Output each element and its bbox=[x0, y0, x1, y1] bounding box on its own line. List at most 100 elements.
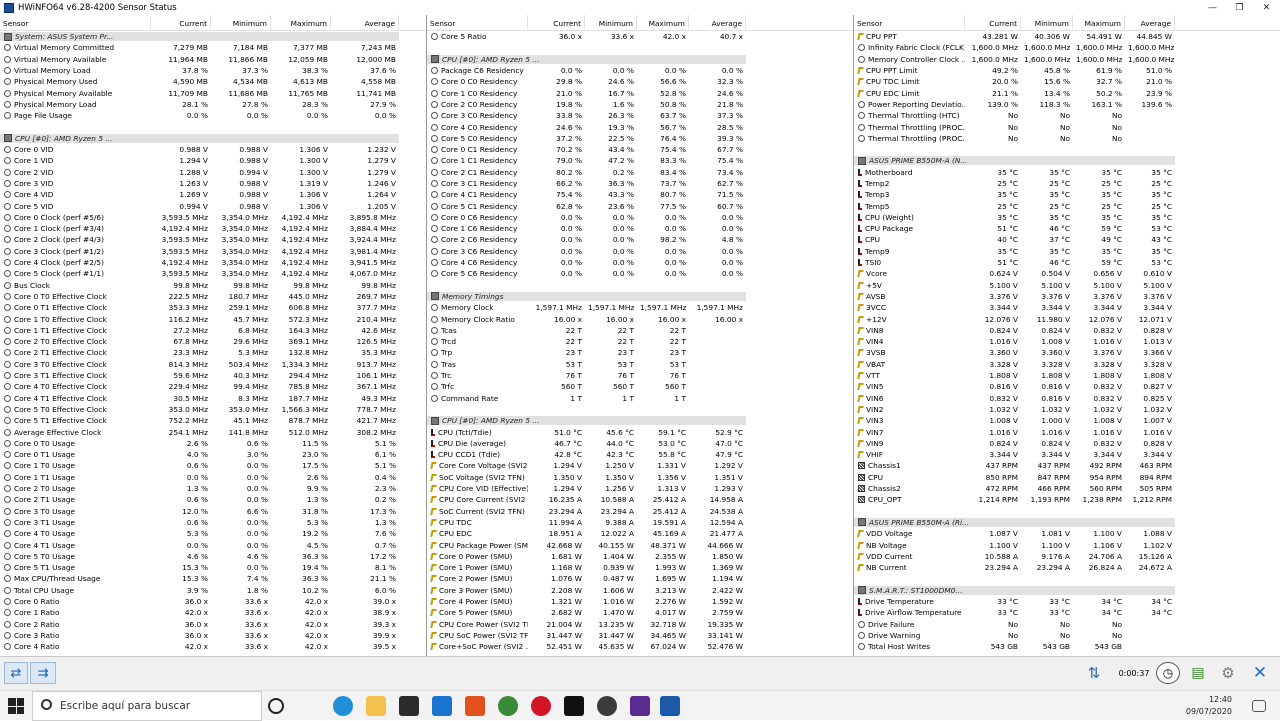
sensor-row[interactable]: Core 1 Clock (perf #3/4) 4,192.4 MHz 3,354… bbox=[0, 223, 426, 234]
sensor-row[interactable]: Core 0 T0 Usage 2.6 % 0.6 % 11.5 % 5.1 % bbox=[0, 438, 426, 449]
sensor-row[interactable]: Core 0 C1 Residency 70.2 % 43.4 % 75.4 % 67.… bbox=[427, 144, 853, 155]
sensor-row[interactable]: CPU Die (average) 46.7 °C 44.0 °C 53.0 °C 47… bbox=[427, 438, 853, 449]
sensor-row[interactable]: VBAT 3.328 V 3.328 V 3.328 V 3.328 V bbox=[854, 359, 1280, 370]
sensor-row[interactable]: CPU Core Power (SVI2 TFN) 21.004 W 13.235 … bbox=[427, 618, 853, 629]
column-header-sensor[interactable]: Sensor bbox=[427, 15, 528, 31]
sensor-row[interactable]: VIN6 0.832 V 0.816 V 0.832 V 0.825 V bbox=[854, 393, 1280, 404]
sensor-row[interactable]: Core 1 Power (SMU) 1.168 W 0.939 W 1.993 W 1… bbox=[427, 562, 853, 573]
sensor-row[interactable]: Trcd 22 T 22 T 22 T bbox=[427, 336, 853, 347]
sensor-panel-2[interactable]: Sensor Current Minimum Maximum Average Core 5… bbox=[427, 15, 854, 656]
sensor-row[interactable]: Core 0 C6 Residency 0.0 % 0.0 % 0.0 % 0.0 % bbox=[427, 212, 853, 223]
sensor-row[interactable]: Thermal Throttling (PROC... No No No bbox=[854, 133, 1280, 144]
sensor-row[interactable]: Core 0 T0 Effective Clock 222.5 MHz 180.7 … bbox=[0, 291, 426, 302]
settings-icon[interactable]: ⚙ bbox=[1216, 662, 1240, 684]
sensor-group-row[interactable]: CPU [#0]: AMD Ryzen 5 ... bbox=[427, 54, 853, 65]
sensor-row[interactable]: Core 2 T1 Usage 0.6 % 0.0 % 1.3 % 0.2 % bbox=[0, 494, 426, 505]
sensor-group-row[interactable]: S.M.A.R.T.: ST1000DM0... bbox=[854, 585, 1280, 596]
sensor-row[interactable]: Core 5 C6 Residency 0.0 % 0.0 % 0.0 % 0.0 % bbox=[427, 268, 853, 279]
sensor-row[interactable]: Core 3 Ratio 36.0 x 33.6 x 42.0 x 39.9 x bbox=[0, 630, 426, 641]
sensor-row[interactable]: Core 1 T1 Effective Clock 27.2 MHz 6.8 MHz… bbox=[0, 325, 426, 336]
sensor-row[interactable]: Core 3 T1 Effective Clock 59.6 MHz 40.3 MH… bbox=[0, 370, 426, 381]
sensor-row[interactable]: Temp3 35 °C 35 °C 35 °C 35 °C bbox=[854, 189, 1280, 200]
clock-icon[interactable]: ◷ bbox=[1156, 662, 1180, 684]
sensor-row[interactable]: Tras 53 T 53 T 53 T bbox=[427, 359, 853, 370]
file-explorer-icon[interactable] bbox=[366, 696, 386, 716]
log-file-icon[interactable]: ▤ bbox=[1186, 662, 1210, 684]
sensor-row[interactable]: Temp5 25 °C 25 °C 25 °C 25 °C bbox=[854, 200, 1280, 211]
sensor-row[interactable]: CPU PPT 43.281 W 40.306 W 54.491 W 44.845 W bbox=[854, 31, 1280, 42]
sensor-row[interactable]: Temp9 35 °C 35 °C 35 °C 35 °C bbox=[854, 246, 1280, 257]
sensor-group-row[interactable]: Memory Timings bbox=[427, 291, 853, 302]
sensor-row[interactable]: Thermal Throttling (PROC... No No No bbox=[854, 121, 1280, 132]
column-header-sensor[interactable]: Sensor bbox=[854, 15, 965, 31]
sensor-row[interactable]: CPU Package 51 °C 46 °C 59 °C 53 °C bbox=[854, 223, 1280, 234]
sensor-row[interactable]: Vcore 0.624 V 0.504 V 0.656 V 0.610 V bbox=[854, 268, 1280, 279]
sensor-row[interactable]: Core 4 T1 Effective Clock 30.5 MHz 8.3 MHz… bbox=[0, 393, 426, 404]
gpu-tool-icon[interactable] bbox=[597, 696, 617, 716]
sensor-row[interactable]: CPU TDC 11.994 A 9.388 A 19.591 A 12.594 A bbox=[427, 517, 853, 528]
sensor-row[interactable]: Core 5 C0 Residency 37.2 % 22.5 % 76.4 % 39.… bbox=[427, 133, 853, 144]
sensor-row[interactable]: SoC Current (SVI2 TFN) 23.294 A 23.294 A 25… bbox=[427, 505, 853, 516]
sensor-row[interactable]: VIN8 0.824 V 0.824 V 0.832 V 0.828 V bbox=[854, 325, 1280, 336]
sensor-group-row[interactable]: ASUS PRIME B550M-A (N... bbox=[854, 155, 1280, 166]
sensor-row[interactable]: Average Effective Clock 254.1 MHz 141.8 MH… bbox=[0, 426, 426, 437]
opera-icon[interactable] bbox=[531, 696, 551, 716]
sensor-row[interactable]: VDD Voltage 1.087 V 1.081 V 1.100 V 1.088 V bbox=[854, 528, 1280, 539]
sensor-row[interactable]: VTT 1.808 V 1.808 V 1.808 V 1.808 V bbox=[854, 370, 1280, 381]
sensor-row[interactable]: CPU 40 °C 37 °C 49 °C 43 °C bbox=[854, 234, 1280, 245]
sensor-row[interactable]: Memory Controller Clock ... 1,600.0 MHz 1,… bbox=[854, 54, 1280, 65]
sensor-row[interactable]: VIN2 1.032 V 1.032 V 1.032 V 1.032 V bbox=[854, 404, 1280, 415]
sensor-row[interactable]: Core 0 Power (SMU) 1.681 W 1.404 W 2.355 W 1… bbox=[427, 551, 853, 562]
sensor-row[interactable]: CPU TDC Limit 20.0 % 15.6 % 32.7 % 21.0 % bbox=[854, 76, 1280, 87]
sensor-row[interactable]: Core 4 C6 Residency 0.0 % 0.0 % 0.0 % 0.0 % bbox=[427, 257, 853, 268]
sensor-row[interactable]: Core 4 C1 Residency 75.4 % 43.3 % 80.7 % 71.… bbox=[427, 189, 853, 200]
sensor-row[interactable]: Core 1 VID 1.294 V 0.988 V 1.300 V 1.279 V bbox=[0, 155, 426, 166]
sensor-row[interactable]: Trc 76 T 76 T 76 T bbox=[427, 370, 853, 381]
sensor-row[interactable]: CPU Package Power (SMU) 42.668 W 40.155 W 4… bbox=[427, 539, 853, 550]
sensor-row[interactable]: SoC Voltage (SVI2 TFN) 1.350 V 1.350 V 1.35… bbox=[427, 472, 853, 483]
column-header-average[interactable]: Average bbox=[1125, 15, 1175, 31]
sensor-row[interactable]: Core 3 Power (SMU) 2.208 W 1.606 W 3.213 W 2… bbox=[427, 585, 853, 596]
column-header-maximum[interactable]: Maximum bbox=[271, 15, 331, 31]
store-icon[interactable] bbox=[399, 696, 419, 716]
sensor-group-row[interactable]: CPU [#0]: AMD Ryzen 5 ... bbox=[0, 133, 426, 144]
sensor-row[interactable]: Core 1 T0 Usage 0.6 % 0.0 % 17.5 % 5.1 % bbox=[0, 460, 426, 471]
xbox-icon[interactable] bbox=[498, 696, 518, 716]
sensor-row[interactable]: CPU EDC Limit 21.1 % 13.4 % 50.2 % 23.9 % bbox=[854, 87, 1280, 98]
sensor-row[interactable]: TSI0 51 °C 46 °C 59 °C 53 °C bbox=[854, 257, 1280, 268]
column-header-minimum[interactable]: Minimum bbox=[211, 15, 271, 31]
ryzen-master-icon[interactable] bbox=[564, 696, 584, 716]
edge-icon[interactable] bbox=[333, 696, 353, 716]
sensor-row[interactable]: Command Rate 1 T 1 T 1 T bbox=[427, 393, 853, 404]
sensor-row[interactable]: Core 4 T0 Effective Clock 229.4 MHz 99.4 M… bbox=[0, 381, 426, 392]
sensor-row[interactable]: Thermal Throttling (HTC) No No No bbox=[854, 110, 1280, 121]
sensor-row[interactable]: Virtual Memory Load 37.8 % 37.3 % 38.3 % 37.… bbox=[0, 65, 426, 76]
sensor-row[interactable]: Core 3 C0 Residency 33.8 % 26.3 % 63.7 % 37.… bbox=[427, 110, 853, 121]
column-header-current[interactable]: Current bbox=[528, 15, 585, 31]
sensor-row[interactable]: +12V 12.076 V 11.980 V 12.076 V 12.071 V bbox=[854, 313, 1280, 324]
sensor-row[interactable]: Core 1 T0 Effective Clock 116.2 MHz 45.7 M… bbox=[0, 313, 426, 324]
sensor-row[interactable]: Core 2 C1 Residency 80.2 % 0.2 % 83.4 % 73.4… bbox=[427, 167, 853, 178]
sensor-row[interactable]: CPU Core VID (Effective) 1.294 V 1.256 V 1.… bbox=[427, 483, 853, 494]
sensor-row[interactable]: Core 2 Power (SMU) 1.076 W 0.487 W 1.695 W 1… bbox=[427, 573, 853, 584]
sensor-row[interactable]: Core 4 Ratio 42.0 x 33.6 x 42.0 x 39.5 x bbox=[0, 641, 426, 652]
notifications-icon[interactable] bbox=[1252, 700, 1266, 712]
sensor-row[interactable]: CPU CCD1 (Tdie) 42.8 °C 42.3 °C 55.8 °C 47.9… bbox=[427, 449, 853, 460]
sensor-row[interactable]: Core 2 Clock (perf #4/3) 3,593.5 MHz 3,354… bbox=[0, 234, 426, 245]
sensor-row[interactable]: Physical Memory Available 11,709 MB 11,686… bbox=[0, 87, 426, 98]
mail-icon[interactable] bbox=[432, 696, 452, 716]
sensor-row[interactable]: Core 0 Clock (perf #5/6) 3,593.5 MHz 3,354… bbox=[0, 212, 426, 223]
sensor-row[interactable]: Core 5 Ratio 36.0 x 33.6 x 42.0 x 40.7 x bbox=[427, 31, 853, 42]
sensor-row[interactable]: Core 3 T0 Usage 12.0 % 6.6 % 31.8 % 17.3 % bbox=[0, 505, 426, 516]
sensor-row[interactable]: Core 4 C0 Residency 24.6 % 19.3 % 56.7 % 28.… bbox=[427, 121, 853, 132]
sensor-row[interactable]: CPU PPT Limit 49.2 % 45.8 % 61.9 % 51.0 % bbox=[854, 65, 1280, 76]
sensor-row[interactable]: CPU Core Current (SVI2 ... 16.235 A 10.588… bbox=[427, 494, 853, 505]
sensor-row[interactable]: Core 5 T1 Usage 15.3 % 0.0 % 19.4 % 8.1 % bbox=[0, 562, 426, 573]
sensor-row[interactable]: VHIF 3.344 V 3.344 V 3.344 V 3.344 V bbox=[854, 449, 1280, 460]
close-button[interactable]: ✕ bbox=[1253, 0, 1280, 15]
sensor-row[interactable]: Core 2 C0 Residency 19.8 % 1.6 % 50.8 % 21.8… bbox=[427, 99, 853, 110]
sensor-row[interactable]: CPU (Tctl/Tdie) 51.0 °C 45.6 °C 59.1 °C 52.9… bbox=[427, 426, 853, 437]
sensor-row[interactable]: Infinity Fabric Clock (FCLK) 1,600.0 MHz 1… bbox=[854, 42, 1280, 53]
sensor-row[interactable]: Core 0 VID 0.988 V 0.988 V 1.306 V 1.232 V bbox=[0, 144, 426, 155]
sensor-row[interactable]: Physical Memory Load 28.1 % 27.8 % 28.3 % 27… bbox=[0, 99, 426, 110]
